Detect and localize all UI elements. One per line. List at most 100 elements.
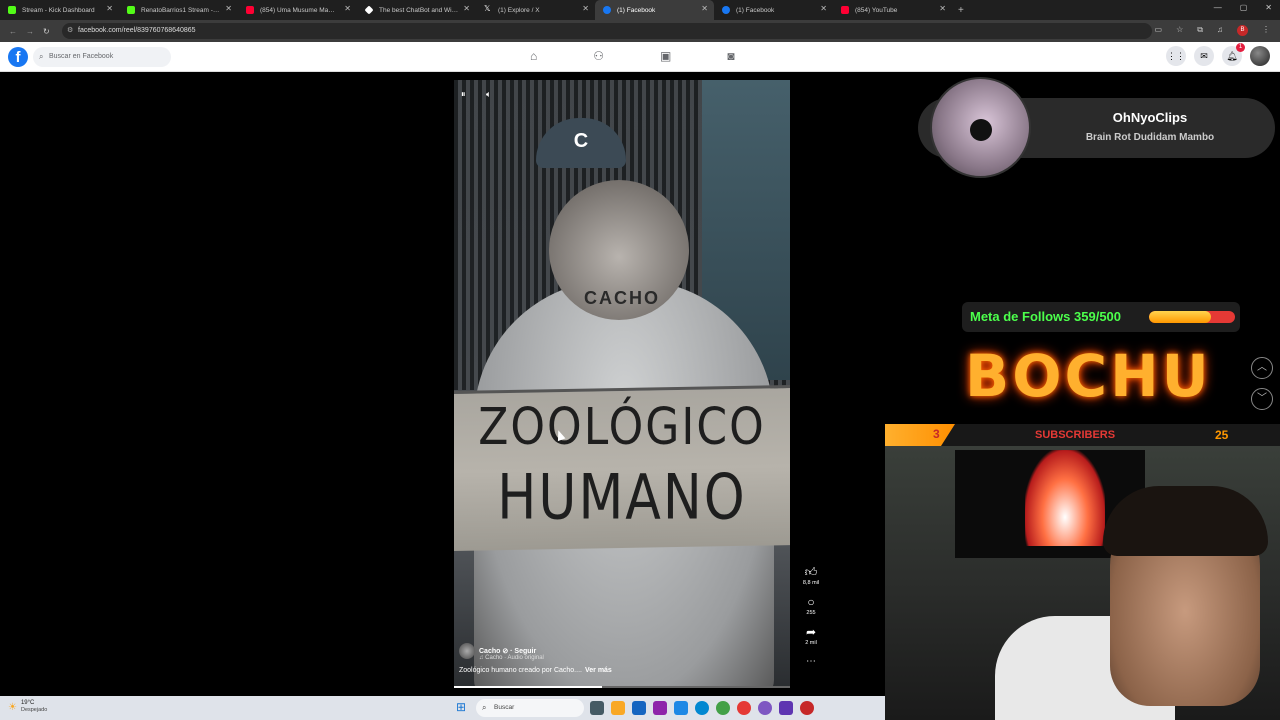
cast-icon[interactable]: ▭ bbox=[1155, 25, 1163, 36]
close-tab-icon[interactable]: ✕ bbox=[701, 4, 708, 13]
kick-icon bbox=[127, 6, 135, 14]
obs-icon[interactable] bbox=[758, 701, 772, 715]
minimize-icon[interactable]: — bbox=[1214, 3, 1222, 12]
browser-tab[interactable]: 𝕏 (1) Explore / X ✕ bbox=[476, 0, 595, 20]
volume-icon[interactable]: 🔈︎ bbox=[486, 89, 491, 100]
browser-tab-active[interactable]: (1) Facebook ✕ bbox=[595, 0, 714, 20]
facebook-icon bbox=[603, 6, 611, 14]
neon-logo: BOCHU bbox=[965, 342, 1212, 410]
streamer-hair bbox=[1103, 486, 1268, 556]
close-tab-icon[interactable]: ✕ bbox=[344, 4, 351, 13]
follow-goal-bar bbox=[1149, 311, 1235, 323]
file-explorer-icon[interactable] bbox=[611, 701, 625, 715]
app-icon[interactable] bbox=[800, 701, 814, 715]
chrome-icon[interactable] bbox=[716, 701, 730, 715]
share-button[interactable]: ➦ 2 mil bbox=[800, 625, 822, 647]
like-button[interactable]: 👍︎ 8,8 mil bbox=[800, 565, 822, 587]
chevron-up-icon: ︿ bbox=[1257, 362, 1267, 373]
window-controls: — ▢ ✕ bbox=[1214, 3, 1272, 12]
facebook-search-input[interactable]: ⌕ Buscar en Facebook bbox=[33, 47, 171, 67]
reel-progress-bar[interactable] bbox=[454, 686, 790, 688]
facebook-header: f ⌕ Buscar en Facebook ⌂ ⚇ ▣ ◙ ⋮⋮ ✉ 🔔︎ 1 bbox=[0, 42, 1280, 72]
new-tab-icon[interactable]: + bbox=[958, 5, 964, 16]
notification-badge: 1 bbox=[1236, 43, 1245, 52]
browser-tab[interactable]: The best ChatBot and Widgets ✕ bbox=[357, 0, 476, 20]
facebook-actions: ⋮⋮ ✉ 🔔︎ 1 bbox=[1166, 43, 1270, 66]
follow-goal-widget: Meta de Follows 359/500 bbox=[962, 302, 1240, 332]
browser-tab[interactable]: (1) Facebook ✕ bbox=[714, 0, 833, 20]
channel-avatar bbox=[930, 77, 1031, 178]
reel-video[interactable]: C CACHO ZOOLÓGICO HUMANO ⏸ 🔈︎ Cacho ⊘ · … bbox=[454, 80, 790, 688]
video-icon[interactable]: ▣ bbox=[660, 49, 671, 63]
profile-avatar[interactable]: B bbox=[1237, 25, 1248, 36]
like-count: 8,8 mil bbox=[802, 580, 820, 586]
home-icon[interactable]: ⌂ bbox=[530, 49, 537, 63]
facebook-logo-icon[interactable]: f bbox=[8, 47, 28, 67]
close-window-icon[interactable]: ✕ bbox=[1265, 3, 1272, 12]
chrome-profile-icon[interactable] bbox=[737, 701, 751, 715]
previous-reel-button[interactable]: ︿ bbox=[1251, 357, 1273, 379]
close-tab-icon[interactable]: ✕ bbox=[463, 4, 470, 13]
close-tab-icon[interactable]: ✕ bbox=[939, 4, 946, 13]
weather-condition: Despejado bbox=[20, 707, 48, 713]
discord-icon[interactable] bbox=[779, 701, 793, 715]
sign-text-line1: ZOOLÓGICO bbox=[478, 398, 766, 457]
browser-tab[interactable]: Stream - Kick Dashboard ✕ bbox=[0, 0, 119, 20]
pause-icon[interactable]: ⏸ bbox=[461, 89, 466, 100]
author-avatar[interactable] bbox=[459, 643, 475, 659]
subscribers-right-count: 25 bbox=[1215, 428, 1229, 442]
more-options-icon[interactable]: ⋯ bbox=[800, 656, 822, 667]
notifications-icon[interactable]: 🔔︎ 1 bbox=[1222, 43, 1245, 66]
x-logo-icon: 𝕏 bbox=[484, 4, 491, 13]
browser-tab[interactable]: (854) Uma Musume Mambo #1✕ bbox=[238, 0, 357, 20]
youtube-icon bbox=[841, 6, 849, 14]
comment-count: 255 bbox=[806, 610, 816, 616]
taskbar-search[interactable]: ⌕ Buscar bbox=[476, 699, 584, 717]
follow-goal-label: Meta de Follows 359/500 bbox=[970, 309, 1122, 324]
webcam-feed bbox=[885, 446, 1280, 720]
friends-icon[interactable]: ⚇ bbox=[593, 49, 604, 63]
browser-tab[interactable]: (854) YouTube ✕ bbox=[833, 0, 952, 20]
back-icon[interactable]: ← bbox=[9, 27, 17, 36]
reel-actions: 👍︎ 8,8 mil ○ 255 ➦ 2 mil ⋯ bbox=[800, 565, 822, 668]
forward-icon[interactable]: → bbox=[26, 27, 34, 36]
media-control-icon[interactable]: ♫ bbox=[1217, 25, 1223, 36]
menu-grid-icon[interactable]: ⋮⋮ bbox=[1166, 46, 1186, 66]
close-tab-icon[interactable]: ✕ bbox=[820, 4, 827, 13]
edge-icon[interactable] bbox=[695, 701, 709, 715]
next-reel-button[interactable]: ﹀ bbox=[1251, 388, 1273, 410]
store-icon[interactable] bbox=[632, 701, 646, 715]
maximize-icon[interactable]: ▢ bbox=[1240, 3, 1248, 12]
url-field[interactable]: ⚙ facebook.com/reel/839760768640865 bbox=[62, 23, 1152, 39]
share-count: 2 mil bbox=[805, 640, 817, 646]
chevron-down-icon: ﹀ bbox=[1257, 393, 1267, 404]
reload-icon[interactable]: ↻ bbox=[43, 27, 50, 36]
subscribers-bar: 3 SUBSCRIBERS 25 bbox=[885, 424, 1280, 446]
audio-label[interactable]: ♫ Cacho · Audio original bbox=[479, 655, 759, 661]
mail-icon[interactable] bbox=[674, 701, 688, 715]
chatbot-icon bbox=[364, 5, 374, 15]
comment-button[interactable]: ○ 255 bbox=[800, 596, 822, 617]
messenger-icon[interactable]: ✉ bbox=[1194, 46, 1214, 66]
close-tab-icon[interactable]: ✕ bbox=[582, 4, 589, 13]
close-tab-icon[interactable]: ✕ bbox=[106, 4, 113, 13]
browser-tab[interactable]: RenatoBarrios1 Stream - Watch✕ bbox=[119, 0, 238, 20]
task-view-icon[interactable] bbox=[590, 701, 604, 715]
reel-info: Cacho ⊘ · Seguir ♫ Cacho · Audio origina… bbox=[459, 643, 759, 674]
browser-menu-icon[interactable]: ⋮ bbox=[1262, 25, 1270, 36]
follow-goal-fill bbox=[1149, 311, 1211, 323]
gaming-icon[interactable]: ◙ bbox=[727, 49, 734, 63]
windows-start-icon[interactable]: ⊞ bbox=[456, 701, 469, 714]
weather-widget[interactable]: ☀ 19°C Despejado bbox=[8, 700, 47, 714]
close-tab-icon[interactable]: ✕ bbox=[225, 4, 232, 13]
site-info-icon[interactable]: ⚙ bbox=[67, 23, 73, 39]
subscribers-label: SUBSCRIBERS bbox=[1035, 429, 1116, 441]
share-icon: ➦ bbox=[805, 625, 817, 639]
extensions-icon[interactable]: ⧉ bbox=[1197, 25, 1203, 36]
account-avatar[interactable] bbox=[1250, 46, 1270, 66]
like-icon: 👍︎ bbox=[804, 565, 818, 579]
bookmark-star-icon[interactable]: ☆ bbox=[1176, 25, 1183, 36]
see-more-link[interactable]: Ver más bbox=[585, 667, 612, 674]
author-line[interactable]: Cacho ⊘ · Seguir bbox=[479, 647, 536, 655]
app-icon[interactable] bbox=[653, 701, 667, 715]
